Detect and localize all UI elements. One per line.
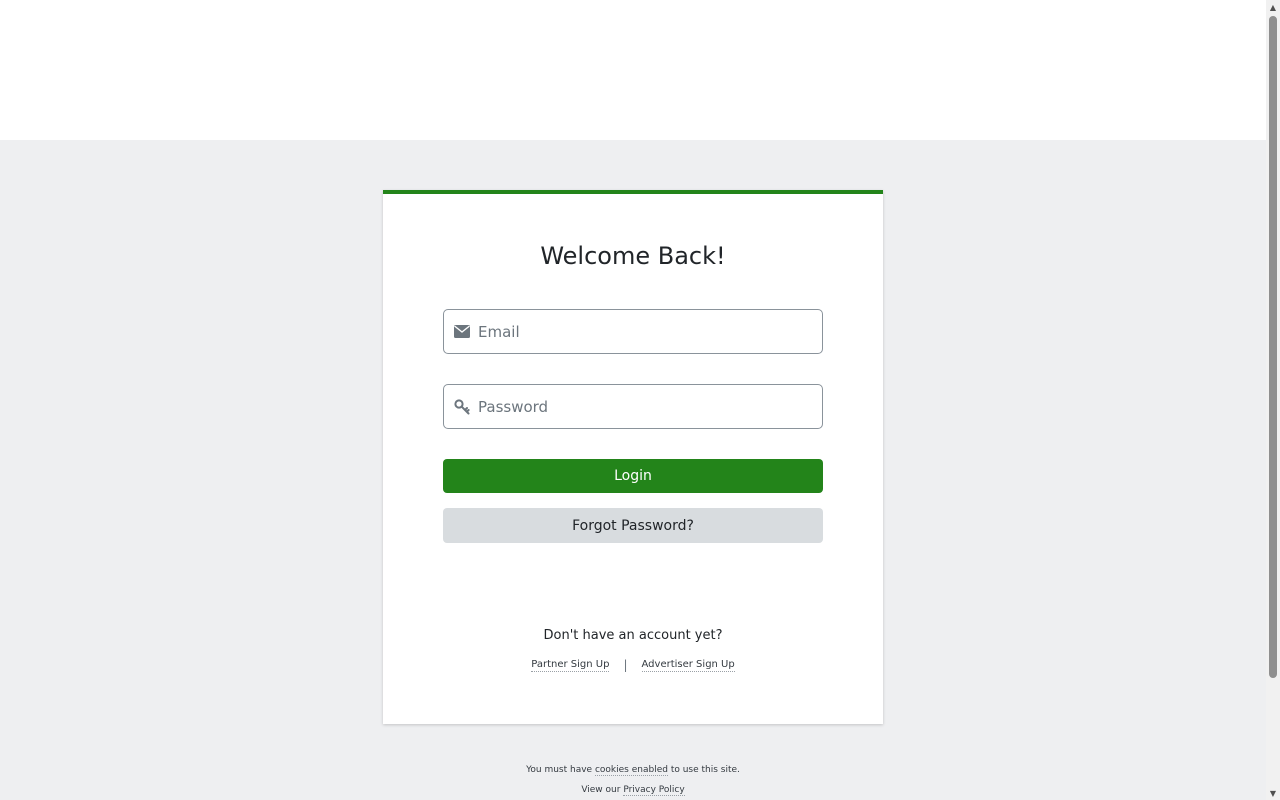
key-icon: [453, 398, 470, 415]
scroll-down-icon[interactable]: ▼: [1268, 788, 1278, 798]
cookies-enabled-link[interactable]: cookies enabled: [594, 765, 668, 776]
vertical-scrollbar[interactable]: ▲ ▼: [1266, 0, 1280, 800]
signup-prompt: Don't have an account yet?: [543, 628, 723, 643]
partner-signup-link[interactable]: Partner Sign Up: [531, 659, 610, 672]
privacy-policy-link[interactable]: Privacy Policy: [623, 785, 685, 796]
signup-links: Partner Sign Up | Advertiser Sign Up: [383, 658, 883, 672]
privacy-prefix: View our: [581, 785, 621, 795]
email-input[interactable]: [478, 310, 818, 353]
envelope-icon: [453, 323, 470, 340]
top-banner: [0, 0, 1266, 140]
forgot-password-button[interactable]: Forgot Password?: [443, 508, 823, 543]
cookies-notice: You must have cookies enabled to use thi…: [0, 765, 1266, 776]
password-field[interactable]: [443, 384, 823, 429]
scroll-thumb[interactable]: [1269, 16, 1277, 678]
advertiser-signup-link[interactable]: Advertiser Sign Up: [641, 659, 735, 672]
login-card: Welcome Back! Login Forgot Password? Don…: [383, 190, 883, 724]
login-button[interactable]: Login: [443, 459, 823, 493]
password-input[interactable]: [478, 385, 818, 428]
privacy-notice: View our Privacy Policy: [0, 785, 1266, 796]
page-title: Welcome Back!: [540, 242, 726, 270]
scroll-up-icon[interactable]: ▲: [1268, 2, 1278, 12]
signup-separator: |: [623, 658, 628, 672]
cookies-prefix: You must have: [526, 765, 593, 775]
email-field[interactable]: [443, 309, 823, 354]
cookies-suffix: to use this site.: [670, 765, 740, 775]
